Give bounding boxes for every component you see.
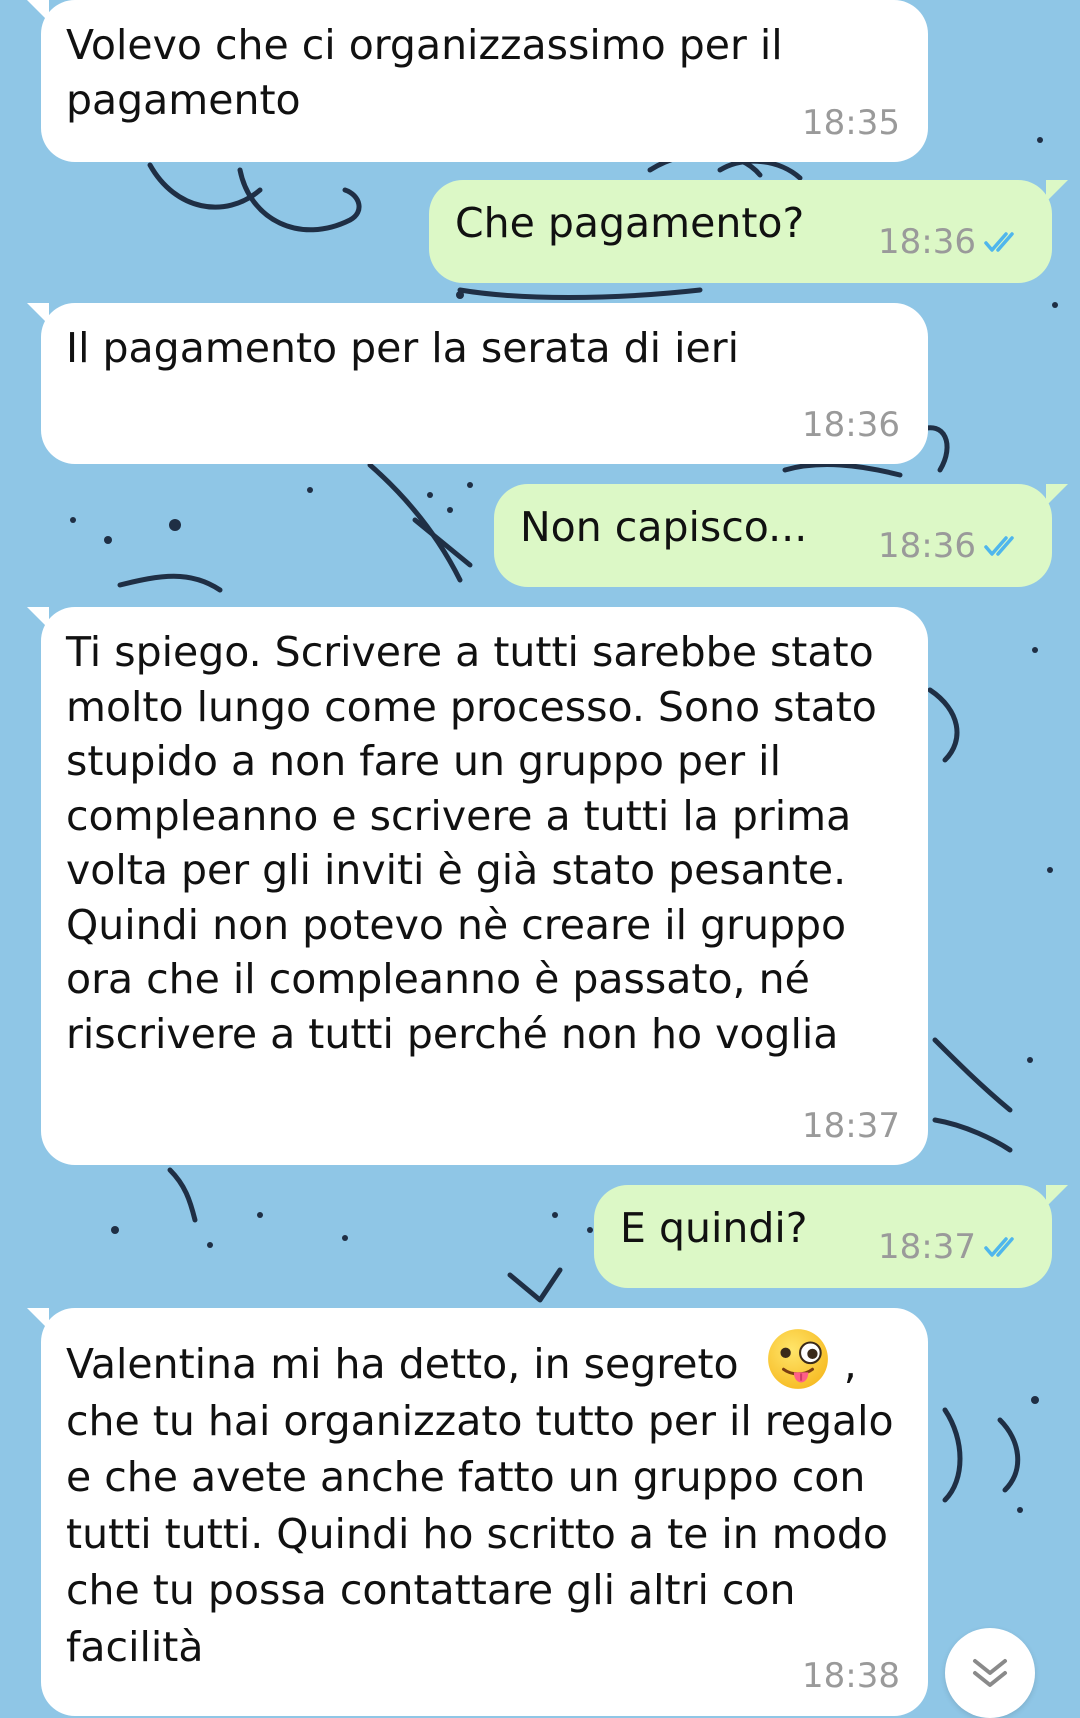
bubble-tail <box>1046 1185 1068 1207</box>
message-bubble-outgoing[interactable]: Che pagamento? 18:36 <box>429 180 1068 283</box>
message-text: Il pagamento per la serata di ieri <box>66 324 739 372</box>
message-meta: 18:37 <box>878 1225 1024 1270</box>
message-time: 18:36 <box>878 525 976 566</box>
message-time: 18:35 <box>802 102 900 143</box>
message-time: 18:37 <box>802 1105 900 1146</box>
message-meta: 18:36 <box>878 220 1024 265</box>
chat-message-list[interactable]: Volevo che ci organizzassimo per il paga… <box>0 0 1080 1716</box>
message-time: 18:36 <box>878 221 976 262</box>
winking-face-with-tongue-icon <box>767 1329 828 1389</box>
message-bubble-incoming[interactable]: Il pagamento per la serata di ieri 18:36 <box>27 303 928 464</box>
bubble-tail <box>1046 180 1068 202</box>
message-time: 18:36 <box>802 404 900 445</box>
double-chevron-down-icon <box>973 1659 1007 1687</box>
bubble-tail <box>27 1308 49 1330</box>
message-text-before-emoji: Valentina mi ha detto, in segreto <box>66 1340 752 1388</box>
message-time: 18:38 <box>802 1656 900 1697</box>
message-bubble-incoming[interactable]: Ti spiego. Scrivere a tutti sarebbe stat… <box>27 607 928 1165</box>
message-text: Non capisco... <box>520 503 808 551</box>
bubble-tail <box>1046 484 1068 506</box>
message-text: E quindi? <box>620 1204 808 1252</box>
message-meta: 18:36 <box>878 524 1024 569</box>
message-text: Volevo che ci organizzassimo per il paga… <box>66 21 796 124</box>
message-bubble-incoming[interactable]: Valentina mi ha detto, in segreto , che … <box>27 1308 928 1716</box>
bubble-tail <box>27 607 49 629</box>
message-bubble-incoming[interactable]: Volevo che ci organizzassimo per il paga… <box>27 0 928 162</box>
double-check-read-icon <box>984 1237 1014 1258</box>
message-bubble-outgoing[interactable]: E quindi? 18:37 <box>594 1185 1068 1288</box>
scroll-to-bottom-button[interactable] <box>945 1628 1035 1718</box>
message-text: Che pagamento? <box>455 199 805 247</box>
message-text: Ti spiego. Scrivere a tutti sarebbe stat… <box>66 628 890 1058</box>
bubble-tail <box>27 303 49 325</box>
bubble-tail <box>27 0 49 22</box>
message-bubble-outgoing[interactable]: Non capisco... 18:36 <box>494 484 1068 587</box>
double-check-read-icon <box>984 536 1014 557</box>
message-time: 18:37 <box>878 1226 976 1267</box>
double-check-read-icon <box>984 232 1014 253</box>
